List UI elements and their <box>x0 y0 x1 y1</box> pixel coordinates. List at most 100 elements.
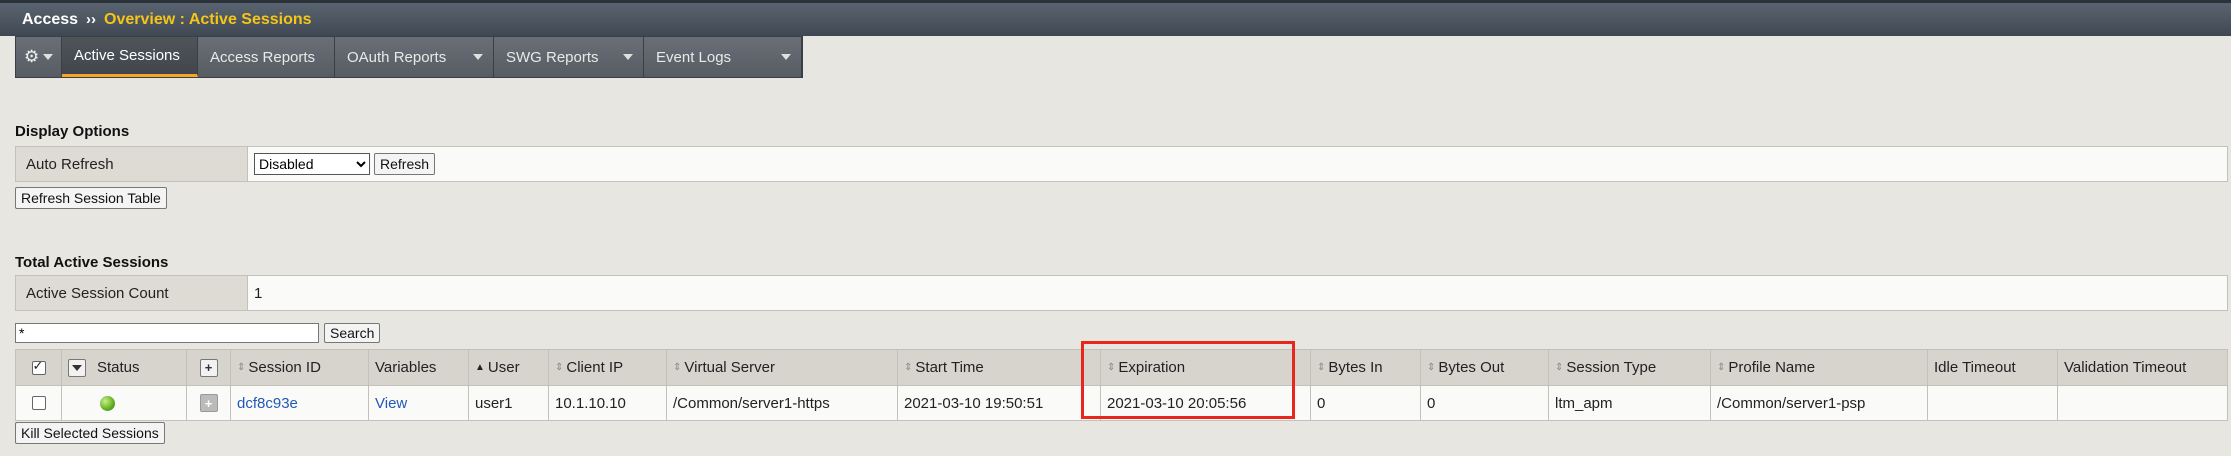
sort-icon: ⇕ <box>1717 362 1725 373</box>
auto-refresh-label: Auto Refresh <box>16 147 248 181</box>
display-options-title: Display Options <box>15 123 130 140</box>
refresh-button[interactable]: Refresh <box>374 153 436 175</box>
col-start-time[interactable]: ⇕ Start Time <box>898 350 1101 385</box>
row-bytes-in: 0 <box>1311 386 1421 420</box>
row-idle-timeout <box>1928 386 2058 420</box>
row-session-id-cell: dcf8c93e <box>231 386 369 420</box>
col-expiration-label: Expiration <box>1118 359 1186 376</box>
sort-icon: ⇕ <box>1107 362 1115 373</box>
breadcrumb-separator: ›› <box>86 11 97 28</box>
breadcrumb-current: Overview : Active Sessions <box>104 10 312 28</box>
status-green-icon <box>100 395 115 411</box>
col-idle-timeout: Idle Timeout <box>1928 350 2058 385</box>
status-filter-button[interactable] <box>67 358 86 377</box>
tab-label: Active Sessions <box>74 47 180 64</box>
row-select-cell <box>16 386 62 420</box>
row-start-time: 2021-03-10 19:50:51 <box>898 386 1101 420</box>
col-user[interactable]: ▲ User <box>469 350 549 385</box>
row-user: user1 <box>469 386 549 420</box>
search-input[interactable] <box>15 323 319 343</box>
col-client-ip-label: Client IP <box>566 359 624 376</box>
expand-all-cell: + <box>187 350 231 385</box>
breadcrumb-root[interactable]: Access <box>22 11 78 29</box>
kill-selected-sessions-button[interactable]: Kill Selected Sessions <box>15 422 165 444</box>
tab-access-reports[interactable]: Access Reports <box>198 37 335 77</box>
sort-icon: ⇕ <box>904 362 912 373</box>
col-virtual-server[interactable]: ⇕ Virtual Server <box>667 350 898 385</box>
auto-refresh-select[interactable]: Disabled <box>254 153 370 175</box>
col-session-id[interactable]: ⇕ Session ID <box>231 350 369 385</box>
col-status-label: Status <box>97 359 140 376</box>
chevron-down-icon <box>43 54 53 60</box>
col-bytes-out[interactable]: ⇕ Bytes Out <box>1421 350 1549 385</box>
select-all-checkbox[interactable] <box>31 358 46 375</box>
sort-ascending-icon: ▲ <box>475 362 485 373</box>
title-bar: Access ›› Overview : Active Sessions <box>0 0 2231 36</box>
col-bytes-in[interactable]: ⇕ Bytes In <box>1311 350 1421 385</box>
session-id-link[interactable]: dcf8c93e <box>237 395 298 412</box>
tab-active-sessions[interactable]: Active Sessions <box>62 37 198 77</box>
chevron-down-icon <box>71 364 82 371</box>
active-session-count-label: Active Session Count <box>16 276 248 310</box>
row-status-cell <box>62 386 187 420</box>
col-status[interactable]: Status <box>91 350 187 385</box>
gear-icon: ⚙ <box>24 47 40 66</box>
tab-label: Access Reports <box>210 48 316 66</box>
col-variables-label: Variables <box>375 359 437 376</box>
col-session-id-label: Session ID <box>248 359 321 376</box>
col-idle-timeout-label: Idle Timeout <box>1934 359 2016 376</box>
sort-icon: ⇕ <box>1555 362 1563 373</box>
col-user-label: User <box>487 359 520 376</box>
sort-icon: ⇕ <box>1317 362 1325 373</box>
row-expiration: 2021-03-10 20:05:56 <box>1101 386 1311 420</box>
tab-bar: ⚙ Active Sessions Access Reports OAuth R… <box>15 36 803 78</box>
expand-row-icon[interactable]: + <box>199 394 218 412</box>
row-client-ip: 10.1.10.10 <box>549 386 667 420</box>
row-validation-timeout <box>2058 386 2227 420</box>
tab-label: OAuth Reports <box>347 48 447 66</box>
settings-menu-tab[interactable]: ⚙ <box>16 37 62 77</box>
col-bytes-in-label: Bytes In <box>1328 359 1383 376</box>
tab-label: SWG Reports <box>506 48 599 66</box>
row-checkbox[interactable] <box>31 396 46 410</box>
col-variables: Variables <box>369 350 469 385</box>
sort-icon: ⇕ <box>237 362 245 373</box>
refresh-session-table-button[interactable]: Refresh Session Table <box>15 187 167 209</box>
sessions-table: Status + ⇕ Session ID Variables ▲ User ⇕… <box>15 349 2228 421</box>
tab-oauth-reports[interactable]: OAuth Reports <box>335 37 494 77</box>
active-session-count-row: Active Session Count 1 <box>15 275 2228 311</box>
table-header: Status + ⇕ Session ID Variables ▲ User ⇕… <box>16 350 2227 385</box>
col-profile-name[interactable]: ⇕ Profile Name <box>1711 350 1928 385</box>
tab-label: Event Logs <box>656 48 732 66</box>
view-variables-link[interactable]: View <box>375 395 407 412</box>
col-session-type[interactable]: ⇕ Session Type <box>1549 350 1711 385</box>
col-client-ip[interactable]: ⇕ Client IP <box>549 350 667 385</box>
col-validation-timeout: Validation Timeout <box>2058 350 2227 385</box>
tab-swg-reports[interactable]: SWG Reports <box>494 37 644 77</box>
sort-icon: ⇕ <box>1427 362 1435 373</box>
col-bytes-out-label: Bytes Out <box>1438 359 1505 376</box>
chevron-down-icon <box>623 54 633 60</box>
sort-icon: ⇕ <box>555 362 563 373</box>
search-button[interactable]: Search <box>324 323 381 343</box>
col-virtual-server-label: Virtual Server <box>684 359 775 376</box>
total-active-sessions-title: Total Active Sessions <box>15 254 169 271</box>
row-bytes-out: 0 <box>1421 386 1549 420</box>
col-validation-timeout-label: Validation Timeout <box>2064 359 2187 376</box>
row-profile-name: /Common/server1-psp <box>1711 386 1928 420</box>
chevron-down-icon <box>781 54 791 60</box>
tab-event-logs[interactable]: Event Logs <box>644 37 802 77</box>
col-session-type-label: Session Type <box>1566 359 1657 376</box>
select-all-cell <box>16 350 62 385</box>
status-filter-cell <box>62 350 91 385</box>
sort-icon: ⇕ <box>673 362 681 373</box>
chevron-down-icon <box>473 54 483 60</box>
expand-all-icon[interactable]: + <box>199 358 218 377</box>
col-start-time-label: Start Time <box>915 359 984 376</box>
row-variables-cell: View <box>369 386 469 420</box>
row-expand-cell: + <box>187 386 231 420</box>
table-row: + dcf8c93e View user1 10.1.10.10 /Common… <box>16 385 2227 420</box>
row-virtual-server: /Common/server1-https <box>667 386 898 420</box>
col-expiration[interactable]: ⇕ Expiration <box>1101 350 1311 385</box>
active-session-count-value: 1 <box>254 284 263 302</box>
